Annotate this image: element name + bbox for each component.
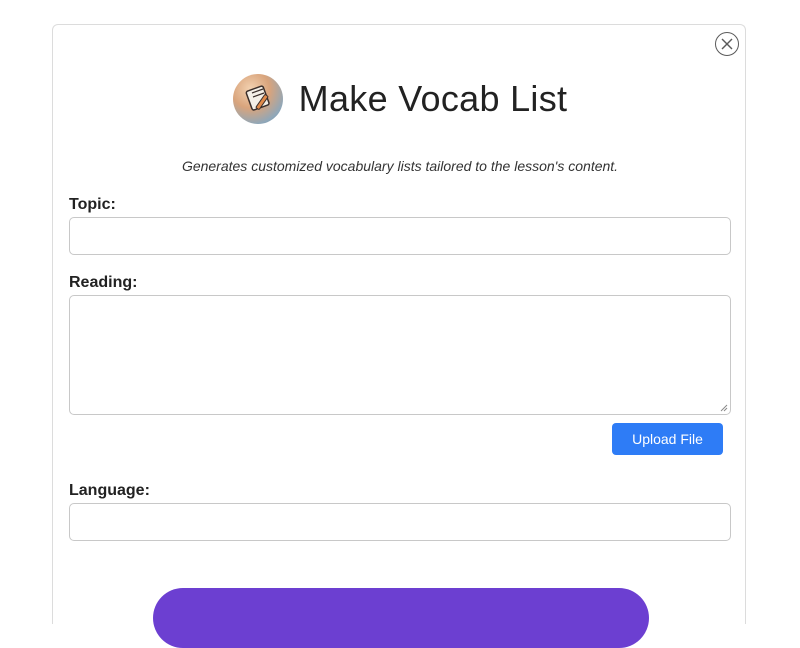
topic-label: Topic: <box>69 196 116 213</box>
notebook-logo-icon <box>232 74 283 124</box>
submit-button[interactable] <box>153 588 649 648</box>
dialog-header: Make Vocab List <box>53 71 747 127</box>
close-button[interactable] <box>715 32 739 56</box>
vocab-dialog: Make Vocab List Generates customized voc… <box>52 24 747 648</box>
language-label: Language: <box>69 482 150 499</box>
dialog-title: Make Vocab List <box>298 78 568 119</box>
upload-file-button[interactable]: Upload File <box>612 423 723 455</box>
topic-input[interactable] <box>69 217 731 255</box>
reading-textarea[interactable] <box>69 295 731 415</box>
resize-grip-icon[interactable] <box>720 404 728 412</box>
close-icon <box>721 38 733 50</box>
language-input[interactable] <box>69 503 731 541</box>
dialog-subtitle: Generates customized vocabulary lists ta… <box>181 158 619 174</box>
reading-label: Reading: <box>69 274 138 291</box>
